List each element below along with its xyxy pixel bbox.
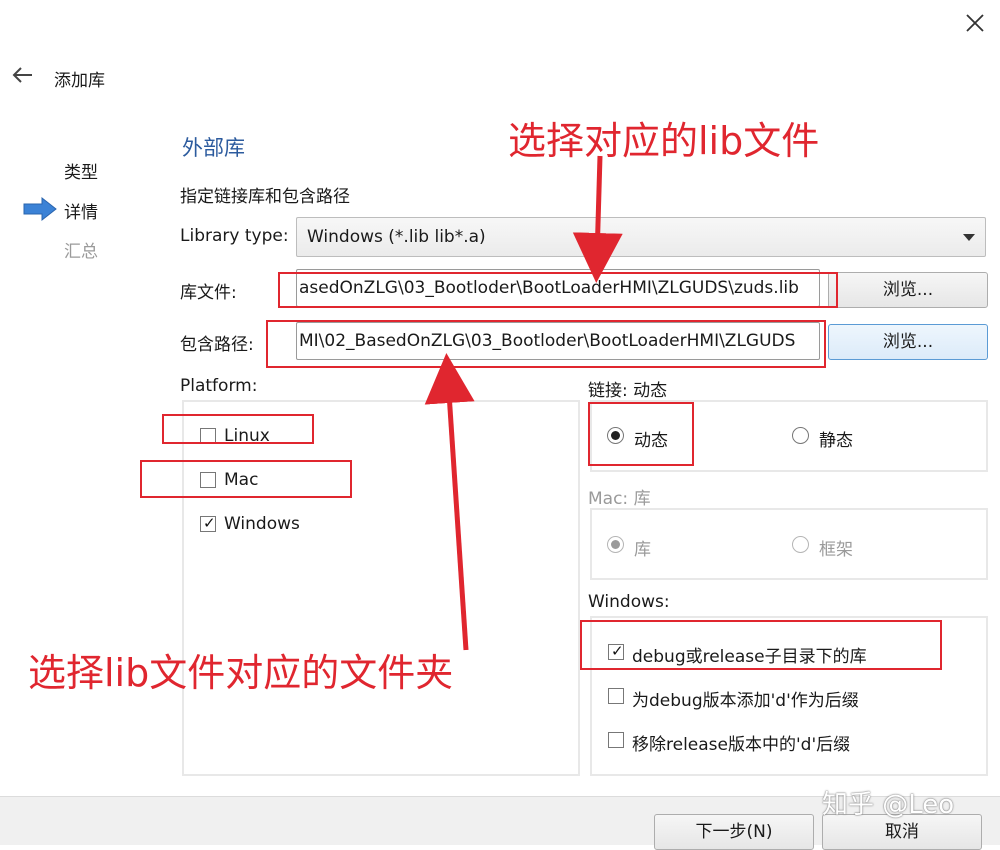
- platform-windows-label: Windows: [224, 514, 300, 534]
- windows-subdir-checkbox[interactable]: ✓: [608, 642, 624, 660]
- library-file-input[interactable]: asedOnZLG\03_Bootloder\BootLoaderHMI\ZLG…: [296, 269, 820, 307]
- platform-mac-checkbox[interactable]: [200, 472, 216, 488]
- linkage-dynamic-label: 动态: [634, 431, 668, 451]
- include-path-label: 包含路径:: [180, 335, 254, 355]
- platform-linux-checkbox[interactable]: [200, 428, 216, 444]
- platform-group: [182, 400, 580, 776]
- annotation-text-top: 选择对应的lib文件: [508, 119, 820, 163]
- include-path-input[interactable]: MI\02_BasedOnZLG\03_Bootloder\BootLoader…: [296, 322, 820, 360]
- platform-label: Platform:: [180, 376, 258, 396]
- library-file-value: asedOnZLG\03_Bootloder\BootLoaderHMI\ZLG…: [299, 278, 799, 298]
- platform-linux-label: Linux: [224, 426, 270, 446]
- close-icon[interactable]: [962, 10, 988, 36]
- linkage-static-radio[interactable]: [792, 427, 809, 444]
- library-file-browse-button[interactable]: 浏览...: [828, 272, 988, 308]
- linkage-dynamic-radio[interactable]: [607, 427, 624, 444]
- chevron-down-icon: [963, 234, 975, 241]
- radio-dot: [611, 540, 620, 549]
- library-file-label: 库文件:: [180, 283, 237, 303]
- windows-debug-suffix-checkbox[interactable]: [608, 688, 624, 704]
- next-button[interactable]: 下一步(N): [654, 814, 814, 850]
- radio-dot: [611, 431, 620, 440]
- section-subtitle: 指定链接库和包含路径: [180, 187, 350, 207]
- library-type-value: Windows (*.lib lib*.a): [307, 227, 486, 247]
- annotation-text-bottom: 选择lib文件对应的文件夹: [28, 651, 454, 695]
- wizard-title: 添加库: [54, 71, 105, 91]
- library-type-select[interactable]: Windows (*.lib lib*.a): [296, 217, 986, 257]
- watermark: 知乎 @Leo: [822, 790, 955, 820]
- step-summary: 汇总: [64, 242, 98, 262]
- mac-library-label: 库: [634, 540, 651, 560]
- windows-subdir-label: debug或release子目录下的库: [632, 647, 867, 667]
- mac-framework-label: 框架: [819, 540, 853, 560]
- check-icon: ✓: [203, 514, 216, 532]
- platform-mac-label: Mac: [224, 470, 259, 490]
- include-path-value: MI\02_BasedOnZLG\03_Bootloder\BootLoader…: [299, 331, 796, 351]
- mac-library-radio[interactable]: [607, 536, 624, 553]
- step-details: 详情: [64, 203, 98, 223]
- check-icon: ✓: [611, 642, 624, 660]
- windows-debug-suffix-label: 为debug版本添加'd'作为后缀: [632, 691, 859, 711]
- current-step-arrow-icon: [22, 196, 58, 222]
- linkage-static-label: 静态: [819, 431, 853, 451]
- windows-label: Windows:: [588, 592, 670, 612]
- mac-label: Mac: 库: [588, 489, 651, 509]
- step-type: 类型: [64, 163, 98, 183]
- mac-framework-radio[interactable]: [792, 536, 809, 553]
- section-title: 外部库: [182, 136, 245, 160]
- arrow-left-icon[interactable]: [10, 64, 36, 86]
- platform-windows-checkbox[interactable]: ✓: [200, 514, 216, 532]
- windows-remove-suffix-checkbox[interactable]: [608, 732, 624, 748]
- include-path-browse-button[interactable]: 浏览...: [828, 324, 988, 360]
- linkage-label: 链接: 动态: [588, 381, 668, 401]
- windows-remove-suffix-label: 移除release版本中的'd'后缀: [632, 735, 851, 755]
- library-type-label: Library type:: [180, 226, 289, 246]
